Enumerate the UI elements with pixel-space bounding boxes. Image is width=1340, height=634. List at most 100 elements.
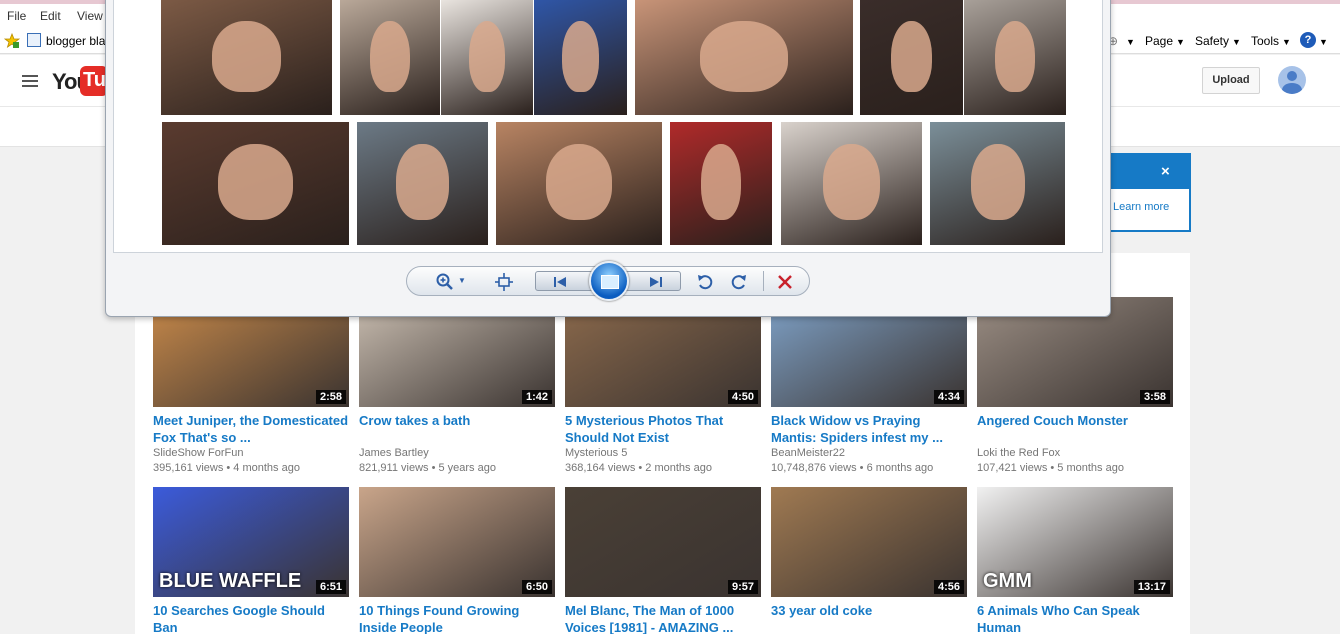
zoom-icon[interactable]: [435, 272, 455, 292]
photo-subject: [396, 144, 449, 221]
screen: File Edit View blogger bla ⊕ ▼ Page ▼ Saf…: [0, 0, 1340, 634]
photo-subject: [890, 20, 933, 92]
help-icon[interactable]: ?: [1300, 32, 1316, 48]
video-channel[interactable]: BeanMeister22: [771, 446, 967, 461]
menu-edit[interactable]: Edit: [40, 9, 61, 23]
photo-subject: [212, 20, 281, 92]
menu-view[interactable]: View: [77, 9, 103, 23]
photo-10[interactable]: [496, 122, 662, 245]
video-duration: 2:58: [315, 390, 346, 404]
viewer-toolbar: ▼: [406, 261, 810, 301]
video-card[interactable]: 9:57 Mel Blanc, The Man of 1000 Voices [1…: [565, 487, 761, 634]
video-channel[interactable]: James Bartley: [359, 446, 555, 461]
hamburger-menu-icon[interactable]: [22, 75, 38, 87]
video-stats: 368,164 views • 2 months ago: [565, 461, 761, 476]
feeds-chevron-icon[interactable]: ▼: [1126, 37, 1135, 47]
rotate-right-icon[interactable]: [729, 272, 749, 292]
video-card[interactable]: BLUE WAFFLE 6:51 10 Searches Google Should…: [153, 487, 349, 634]
video-channel[interactable]: SlideShow ForFun: [153, 446, 349, 461]
video-stats: 107,421 views • 5 months ago: [977, 461, 1173, 476]
photo-2[interactable]: [340, 0, 440, 115]
video-thumbnail[interactable]: GMM 13:17: [977, 487, 1173, 597]
video-stats: 10,748,876 views • 6 months ago: [771, 461, 967, 476]
photo-1[interactable]: [161, 0, 332, 115]
next-icon[interactable]: [646, 272, 666, 292]
photo-subject: [370, 20, 410, 92]
rotate-left-icon[interactable]: [695, 272, 715, 292]
video-views: 395,161 views: [153, 462, 224, 474]
video-duration: 6:50: [521, 580, 552, 594]
photo-3[interactable]: [441, 0, 533, 115]
video-title[interactable]: Crow takes a bath: [359, 412, 555, 446]
video-duration: 4:50: [727, 390, 758, 404]
zoom-chevron-icon[interactable]: ▼: [458, 276, 466, 285]
thumbnail-caption: GMM: [983, 570, 1032, 592]
video-title[interactable]: 6 Animals Who Can Speak Human: [977, 602, 1173, 634]
photo-12[interactable]: [781, 122, 922, 245]
promo-card: × Learn more: [1105, 153, 1191, 232]
video-thumbnail[interactable]: 6:50: [359, 487, 555, 597]
meta-separator: •: [635, 462, 646, 474]
video-thumbnail[interactable]: BLUE WAFFLE 6:51: [153, 487, 349, 597]
meta-separator: •: [856, 462, 867, 474]
slideshow-icon[interactable]: [589, 261, 629, 301]
menu-file[interactable]: File: [7, 9, 26, 23]
page-menu[interactable]: Page ▼: [1145, 34, 1185, 48]
video-card[interactable]: GMM 13:17 6 Animals Who Can Speak Human: [977, 487, 1173, 634]
video-card[interactable]: 4:34 Black Widow vs Praying Mantis: Spide…: [771, 297, 967, 476]
video-card[interactable]: 2:58 Meet Juniper, the Domesticated Fox T…: [153, 297, 349, 476]
meta-separator: •: [1047, 462, 1058, 474]
video-card[interactable]: 4:50 5 Mysterious Photos That Should Not …: [565, 297, 761, 476]
photo-8[interactable]: [162, 122, 349, 245]
photo-7[interactable]: [964, 0, 1066, 115]
video-duration: 4:56: [933, 580, 964, 594]
video-channel[interactable]: Loki the Red Fox: [977, 446, 1173, 461]
video-title[interactable]: Mel Blanc, The Man of 1000 Voices [1981]…: [565, 602, 761, 634]
photo-subject: [468, 20, 506, 92]
video-duration: 1:42: [521, 390, 552, 404]
photo-4[interactable]: [534, 0, 627, 115]
close-icon[interactable]: ×: [1161, 163, 1170, 180]
video-title[interactable]: 10 Things Found Growing Inside People: [359, 602, 555, 634]
previous-icon[interactable]: [550, 272, 570, 292]
favorites-tab[interactable]: blogger bla: [46, 34, 105, 48]
video-age: 5 months ago: [1057, 462, 1124, 474]
upload-button[interactable]: Upload: [1202, 67, 1260, 94]
video-channel[interactable]: Mysterious 5: [565, 446, 761, 461]
actual-size-icon[interactable]: [494, 272, 514, 292]
video-title[interactable]: Black Widow vs Praying Mantis: Spiders i…: [771, 412, 967, 446]
photo-11[interactable]: [670, 122, 772, 245]
video-views: 107,421 views: [977, 462, 1048, 474]
thumbnail-caption: BLUE WAFFLE: [159, 570, 302, 592]
avatar[interactable]: [1278, 66, 1306, 94]
video-title[interactable]: Meet Juniper, the Domesticated Fox That'…: [153, 412, 349, 446]
video-age: 6 months ago: [866, 462, 934, 474]
promo-header: ×: [1107, 155, 1189, 189]
video-title[interactable]: 10 Searches Google Should Ban: [153, 602, 349, 634]
video-title[interactable]: 33 year old coke: [771, 602, 967, 634]
help-chevron-icon[interactable]: ▼: [1319, 37, 1328, 47]
video-age: 2 months ago: [645, 462, 712, 474]
learn-more-link[interactable]: Learn more: [1113, 201, 1169, 213]
delete-icon[interactable]: [775, 272, 795, 292]
photo-13[interactable]: [930, 122, 1065, 245]
video-title[interactable]: 5 Mysterious Photos That Should Not Exis…: [565, 412, 761, 446]
video-card[interactable]: 3:58 Angered Couch Monster Loki the Red Fo…: [977, 297, 1173, 476]
youtube-logo-mark[interactable]: Tu: [80, 66, 108, 96]
video-card[interactable]: 6:50 10 Things Found Growing Inside Peopl…: [359, 487, 555, 634]
video-thumbnail[interactable]: 4:56: [771, 487, 967, 597]
meta-separator: •: [428, 462, 439, 474]
photo-viewer-canvas: [113, 0, 1103, 253]
video-duration: 9:57: [727, 580, 758, 594]
video-thumbnail[interactable]: 9:57: [565, 487, 761, 597]
photo-6[interactable]: [860, 0, 963, 115]
safety-menu[interactable]: Safety ▼: [1195, 34, 1241, 48]
photo-9[interactable]: [357, 122, 488, 245]
photo-5[interactable]: [635, 0, 853, 115]
favorites-star-icon[interactable]: [4, 33, 20, 49]
video-title[interactable]: Angered Couch Monster: [977, 412, 1173, 446]
photo-subject: [700, 20, 788, 92]
video-card[interactable]: 1:42 Crow takes a bath James Bartley 821,91…: [359, 297, 555, 476]
video-card[interactable]: 4:5633 year old cokeKevin Letterman: [771, 487, 967, 634]
tools-menu[interactable]: Tools ▼: [1251, 34, 1291, 48]
